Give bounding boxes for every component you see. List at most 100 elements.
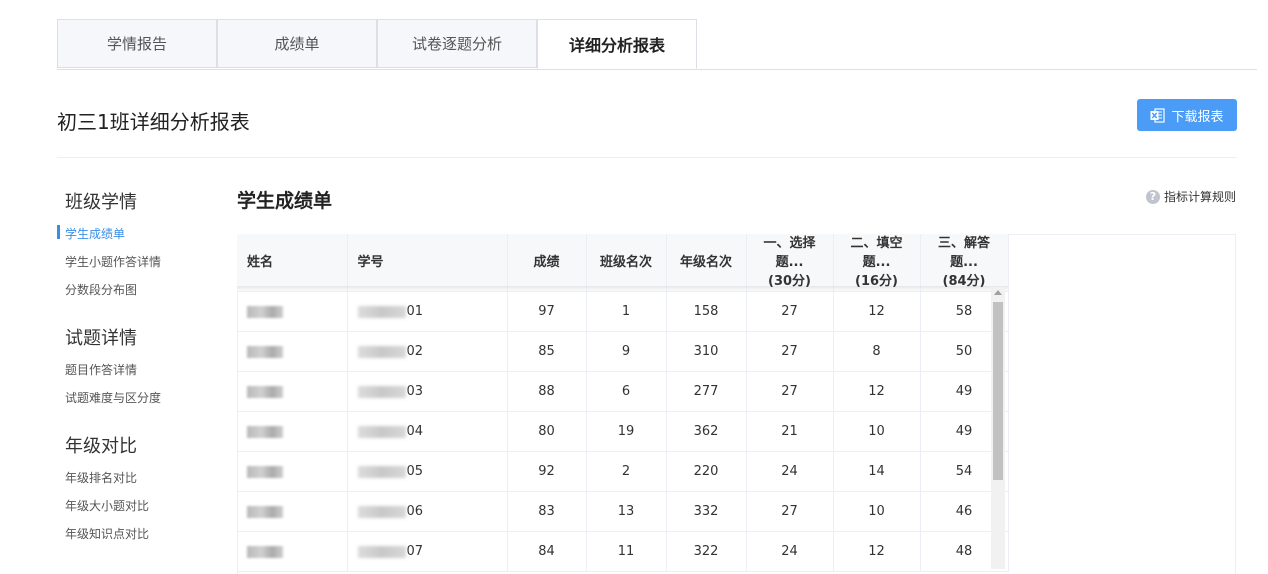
section-title: 学生成绩单 (237, 190, 333, 212)
sidebar-item-difficulty[interactable]: 试题难度与区分度 (65, 389, 161, 406)
redacted-name (247, 345, 283, 358)
sidebar-item-question-answers[interactable]: 题目作答详情 (65, 361, 137, 378)
student-id-suffix: 07 (406, 544, 424, 559)
scroll-up-arrow-icon[interactable] (994, 290, 1002, 295)
redacted-id (357, 345, 406, 358)
fill-score-cell: 10 (833, 491, 921, 532)
redacted-id (357, 505, 406, 518)
table-row: 06 83 13 332 27 10 46 (237, 491, 1009, 532)
grade-rank-cell: 277 (666, 371, 747, 412)
report-tabs: 学情报告 成绩单 试卷逐题分析 详细分析报表 (57, 19, 1257, 70)
header-shadow (237, 286, 1008, 290)
grade-rank-cell: 220 (666, 451, 747, 492)
header-divider (57, 157, 1237, 158)
table-row: 01 97 1 158 27 12 58 (237, 291, 1009, 332)
sidebar-item-student-scores[interactable]: 学生成绩单 (65, 225, 125, 242)
class-rank-cell: 2 (586, 451, 667, 492)
choice-score-cell: 24 (746, 531, 834, 572)
student-id-suffix: 05 (406, 464, 424, 479)
table-row: 03 88 6 277 27 12 49 (237, 371, 1009, 412)
table-row: 07 84 11 322 24 12 48 (237, 531, 1009, 572)
redacted-id (357, 305, 406, 318)
fill-score-cell: 14 (833, 451, 921, 492)
student-id-suffix: 04 (406, 424, 424, 439)
redacted-id (357, 465, 406, 478)
class-rank-cell: 9 (586, 331, 667, 372)
active-indicator (57, 225, 60, 239)
choice-score-cell: 24 (746, 451, 834, 492)
column-header-solve[interactable]: 三、解答题... (84分) (920, 234, 1009, 292)
table-scrollbar[interactable] (991, 287, 1005, 569)
table-row: 02 85 9 310 27 8 50 (237, 331, 1009, 372)
sidebar-item-score-distribution[interactable]: 分数段分布图 (65, 281, 137, 298)
fill-score-cell: 12 (833, 371, 921, 412)
rules-label: 指标计算规则 (1164, 190, 1237, 204)
sidebar-item-grade-rank[interactable]: 年级排名对比 (65, 469, 137, 486)
tab-detailed-report[interactable]: 详细分析报表 (537, 19, 697, 69)
grade-rank-cell: 322 (666, 531, 747, 572)
redacted-name (247, 425, 283, 438)
tab-study-report[interactable]: 学情报告 (57, 19, 217, 68)
sidebar-item-grade-knowledge[interactable]: 年级知识点对比 (65, 525, 149, 542)
student-id-suffix: 03 (406, 384, 424, 399)
sidebar-group-questions: 试题详情 (65, 328, 137, 349)
excel-icon (1150, 107, 1166, 123)
tab-score-sheet[interactable]: 成绩单 (217, 19, 377, 68)
score-cell: 85 (507, 331, 587, 372)
class-rank-cell: 19 (586, 411, 667, 452)
redacted-name (247, 505, 283, 518)
student-id-suffix: 01 (406, 304, 424, 319)
grade-rank-cell: 158 (666, 291, 747, 332)
sidebar-item-student-answer-details[interactable]: 学生小题作答详情 (65, 253, 161, 270)
column-header-fill[interactable]: 二、填空题... (16分) (833, 234, 921, 292)
table-header-row: 姓名 学号 成绩 班级名次 年级名次 一、选择题... (30分) 二、填空题..… (237, 234, 1009, 292)
scrollbar-thumb[interactable] (993, 302, 1003, 480)
column-header-grade-rank[interactable]: 年级名次 (666, 234, 747, 292)
redacted-name (247, 545, 283, 558)
redacted-id (357, 425, 406, 438)
tab-question-analysis[interactable]: 试卷逐题分析 (377, 19, 537, 68)
sidebar-group-grade: 年级对比 (65, 436, 137, 457)
class-rank-cell: 13 (586, 491, 667, 532)
class-rank-cell: 1 (586, 291, 667, 332)
column-header-class-rank[interactable]: 班级名次 (586, 234, 667, 292)
grade-rank-cell: 362 (666, 411, 747, 452)
redacted-id (357, 545, 406, 558)
page-title: 初三1班详细分析报表 (57, 110, 250, 134)
table-row: 05 92 2 220 24 14 54 (237, 451, 1009, 492)
table-row: 04 80 19 362 21 10 49 (237, 411, 1009, 452)
column-header-choice[interactable]: 一、选择题... (30分) (746, 234, 834, 292)
choice-score-cell: 27 (746, 371, 834, 412)
score-table: 姓名 学号 成绩 班级名次 年级名次 一、选择题... (30分) 二、填空题..… (237, 234, 1009, 572)
grade-rank-cell: 310 (666, 331, 747, 372)
choice-score-cell: 21 (746, 411, 834, 452)
score-cell: 83 (507, 491, 587, 532)
choice-score-cell: 27 (746, 491, 834, 532)
redacted-name (247, 305, 283, 318)
class-rank-cell: 6 (586, 371, 667, 412)
fill-score-cell: 8 (833, 331, 921, 372)
fill-score-cell: 12 (833, 291, 921, 332)
score-cell: 88 (507, 371, 587, 412)
fill-score-cell: 10 (833, 411, 921, 452)
sidebar-group-class: 班级学情 (65, 192, 137, 213)
class-rank-cell: 11 (586, 531, 667, 572)
question-circle-icon: ? (1146, 189, 1160, 204)
download-report-button[interactable]: 下载报表 (1137, 99, 1237, 131)
score-cell: 80 (507, 411, 587, 452)
score-cell: 92 (507, 451, 587, 492)
score-cell: 84 (507, 531, 587, 572)
sidebar-item-grade-questions[interactable]: 年级大小题对比 (65, 497, 149, 514)
column-header-student-id[interactable]: 学号 (347, 234, 508, 292)
score-cell: 97 (507, 291, 587, 332)
grade-rank-cell: 332 (666, 491, 747, 532)
redacted-name (247, 465, 283, 478)
column-header-name[interactable]: 姓名 (237, 234, 348, 292)
download-label: 下载报表 (1171, 109, 1224, 125)
redacted-id (357, 385, 406, 398)
fill-score-cell: 12 (833, 531, 921, 572)
redacted-name (247, 385, 283, 398)
column-header-score[interactable]: 成绩 (507, 234, 587, 292)
student-id-suffix: 02 (406, 344, 424, 359)
calculation-rules-link[interactable]: ? 指标计算规则 (1146, 188, 1236, 205)
